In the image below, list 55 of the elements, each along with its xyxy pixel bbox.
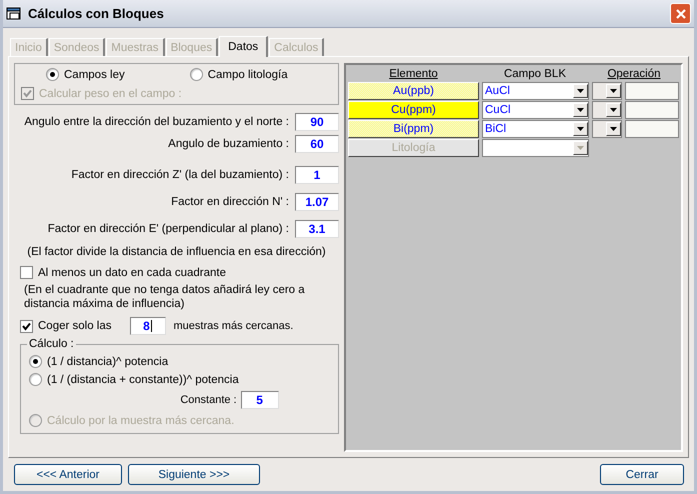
radio-option[interactable]: (1 / (distancia + constante))^ potencia bbox=[29, 373, 330, 386]
element-button[interactable]: Cu(ppm) bbox=[348, 101, 479, 119]
number-field[interactable]: 60 bbox=[295, 135, 339, 153]
radio-option[interactable]: Campos ley bbox=[46, 68, 125, 81]
caret-icon bbox=[610, 127, 617, 131]
field-label: Factor en dirección E' (perpendicular al plano) : bbox=[48, 222, 289, 234]
caret-icon bbox=[577, 89, 584, 93]
operation-field[interactable] bbox=[625, 82, 679, 100]
number-field[interactable]: 5 bbox=[240, 391, 279, 409]
field-dropdown[interactable] bbox=[482, 139, 589, 157]
caret-icon bbox=[610, 89, 617, 93]
field-label: Angulo de buzamiento : bbox=[168, 138, 289, 150]
operation-dropdown[interactable] bbox=[592, 101, 622, 119]
column-header: Campo BLK bbox=[502, 68, 567, 82]
field-label: Constante : bbox=[180, 394, 237, 406]
field-label: muestras más cercanas. bbox=[174, 320, 294, 332]
element-button[interactable]: Au(ppb) bbox=[348, 82, 479, 100]
number-field[interactable]: 1 bbox=[295, 166, 339, 184]
field-dropdown[interactable]: BiCl bbox=[482, 120, 589, 138]
number-field[interactable]: 8 bbox=[130, 317, 166, 335]
radio-option[interactable]: Campo litología bbox=[190, 68, 288, 81]
group-title: Cálculo : bbox=[27, 338, 76, 350]
field-label: Angulo entre la dirección del buzamiento y el norte : bbox=[24, 116, 289, 128]
back-button[interactable]: <<< Anterior bbox=[14, 464, 122, 485]
note-text: (El factor divide la distancia de influencia en esa dirección) bbox=[26, 246, 327, 258]
column-header: Operación bbox=[606, 68, 662, 82]
close-icon[interactable] bbox=[670, 3, 691, 24]
window-title: Cálculos con Bloques bbox=[28, 6, 165, 21]
field-dropdown[interactable]: AuCl bbox=[482, 82, 589, 100]
note-text: (En el cuadrante que no tenga datos añadirá ley cero a distancia máxima de influencia) bbox=[24, 283, 306, 311]
check-icon bbox=[23, 89, 32, 98]
caret-icon bbox=[577, 146, 584, 150]
tab[interactable]: Datos bbox=[219, 36, 268, 57]
number-field[interactable]: 90 bbox=[295, 113, 339, 131]
next-button[interactable]: Siguiente >>> bbox=[128, 464, 260, 485]
window-icon bbox=[6, 6, 22, 20]
field-dropdown[interactable]: CuCl bbox=[482, 101, 589, 119]
operation-dropdown[interactable] bbox=[592, 120, 622, 138]
closest-checkbox[interactable]: Coger solo las bbox=[20, 320, 112, 332]
number-field[interactable]: 3.1 bbox=[295, 220, 339, 238]
caret-icon bbox=[577, 108, 584, 112]
quadrant-checkbox[interactable]: Al menos un dato en cada cuadrante bbox=[20, 266, 339, 279]
check-icon bbox=[22, 322, 31, 330]
column-header: Elemento bbox=[388, 68, 439, 82]
close-button[interactable]: Cerrar bbox=[600, 464, 684, 485]
radio-option[interactable]: (1 / distancia)^ potencia bbox=[29, 355, 330, 368]
field-label: Factor en dirección N' : bbox=[171, 196, 289, 208]
caret-icon bbox=[577, 127, 584, 131]
operation-field[interactable] bbox=[625, 120, 679, 138]
element-button[interactable]: Bi(ppm) bbox=[348, 120, 479, 138]
operation-dropdown[interactable] bbox=[592, 82, 622, 100]
caret-icon bbox=[610, 108, 617, 112]
number-field[interactable]: 1.07 bbox=[295, 192, 339, 210]
operation-field[interactable] bbox=[625, 101, 679, 119]
field-label: Factor en dirección Z' (la del buzamiento) : bbox=[71, 168, 289, 180]
